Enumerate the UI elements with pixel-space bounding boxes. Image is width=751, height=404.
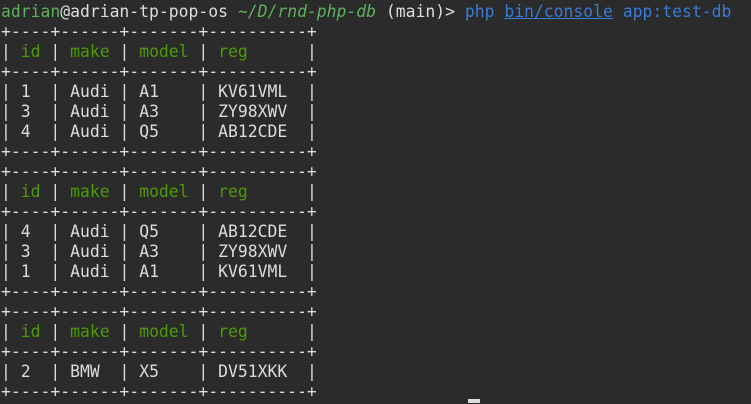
header-make: make xyxy=(60,182,120,201)
prompt-arg-path[interactable]: bin/console xyxy=(504,2,613,21)
cell-id: 4 xyxy=(10,222,51,241)
cell-id: 4 xyxy=(10,122,51,141)
cell-reg: ZY98XWV xyxy=(208,242,307,261)
table-border: +----+------+-------+----------+ xyxy=(1,382,317,401)
prompt-command: php xyxy=(464,2,495,21)
header-id: id xyxy=(10,322,51,341)
table-border: +----+------+-------+----------+ xyxy=(1,62,317,81)
header-id: id xyxy=(10,42,51,61)
prompt-path: ~/D/rnd-php-db xyxy=(237,2,377,21)
prompt-user: adrian xyxy=(1,2,61,21)
table-header-row: | id | make | model | reg | xyxy=(1,42,317,61)
table-border: +----+------+-------+----------+ xyxy=(1,282,317,301)
cell-id: 2 xyxy=(10,362,51,381)
cell-id: 3 xyxy=(10,102,51,121)
cell-model: A3 xyxy=(129,102,199,121)
header-reg: reg xyxy=(208,182,307,201)
cell-reg: KV61VML xyxy=(208,262,307,281)
cell-make: Audi xyxy=(60,102,120,121)
prompt-host: adrian-tp-pop-os xyxy=(70,2,228,21)
header-reg: reg xyxy=(208,322,307,341)
cell-id: 3 xyxy=(10,242,51,261)
cell-model: X5 xyxy=(129,362,199,381)
cell-make: Audi xyxy=(60,122,120,141)
table-border: +----+------+-------+----------+ xyxy=(1,22,317,41)
header-model: model xyxy=(129,182,199,201)
text-cursor xyxy=(468,399,480,403)
terminal-window[interactable]: adrian@adrian-tp-pop-os ~/D/rnd-php-db (… xyxy=(0,0,751,404)
cell-make: Audi xyxy=(60,222,120,241)
table-border: +----+------+-------+----------+ xyxy=(1,202,317,221)
cell-make: Audi xyxy=(60,262,120,281)
cell-make: BMW xyxy=(60,362,120,381)
table-row: | 4 | Audi | Q5 | AB12CDE | xyxy=(1,122,317,141)
cell-model: A1 xyxy=(129,262,199,281)
cell-reg: DV51XKK xyxy=(208,362,307,381)
table-border: +----+------+-------+----------+ xyxy=(1,342,317,361)
table-border: +----+------+-------+----------+ xyxy=(1,162,317,181)
header-make: make xyxy=(60,322,120,341)
table-border: +----+------+-------+----------+ xyxy=(1,142,317,161)
cell-model: A3 xyxy=(129,242,199,261)
header-make: make xyxy=(60,42,120,61)
cell-reg: KV61VML xyxy=(208,82,307,101)
cell-make: Audi xyxy=(60,82,120,101)
table-header-row: | id | make | model | reg | xyxy=(1,322,317,341)
cell-model: Q5 xyxy=(129,122,199,141)
table-row: | 4 | Audi | Q5 | AB12CDE | xyxy=(1,222,317,241)
cell-make: Audi xyxy=(60,242,120,261)
prompt-at: @ xyxy=(60,2,71,21)
table-row: | 3 | Audi | A3 | ZY98XWV | xyxy=(1,242,317,261)
command-prompt-line: adrian@adrian-tp-pop-os ~/D/rnd-php-db (… xyxy=(1,2,731,22)
cell-reg: AB12CDE xyxy=(208,122,307,141)
cell-reg: AB12CDE xyxy=(208,222,307,241)
prompt-arg-command: app:test-db xyxy=(622,2,732,21)
header-model: model xyxy=(129,322,199,341)
prompt-branch: (main)> xyxy=(385,2,455,21)
cell-model: Q5 xyxy=(129,222,199,241)
header-model: model xyxy=(129,42,199,61)
table-border: +----+------+-------+----------+ xyxy=(1,302,317,321)
cell-model: A1 xyxy=(129,82,199,101)
cell-id: 1 xyxy=(10,262,51,281)
table-row: | 1 | Audi | A1 | KV61VML | xyxy=(1,82,317,101)
cell-reg: ZY98XWV xyxy=(208,102,307,121)
header-reg: reg xyxy=(208,42,307,61)
header-id: id xyxy=(10,182,51,201)
table-header-row: | id | make | model | reg | xyxy=(1,182,317,201)
cell-id: 1 xyxy=(10,82,51,101)
table-row: | 1 | Audi | A1 | KV61VML | xyxy=(1,262,317,281)
table-row: | 3 | Audi | A3 | ZY98XWV | xyxy=(1,102,317,121)
table-row: | 2 | BMW | X5 | DV51XKK | xyxy=(1,362,317,381)
